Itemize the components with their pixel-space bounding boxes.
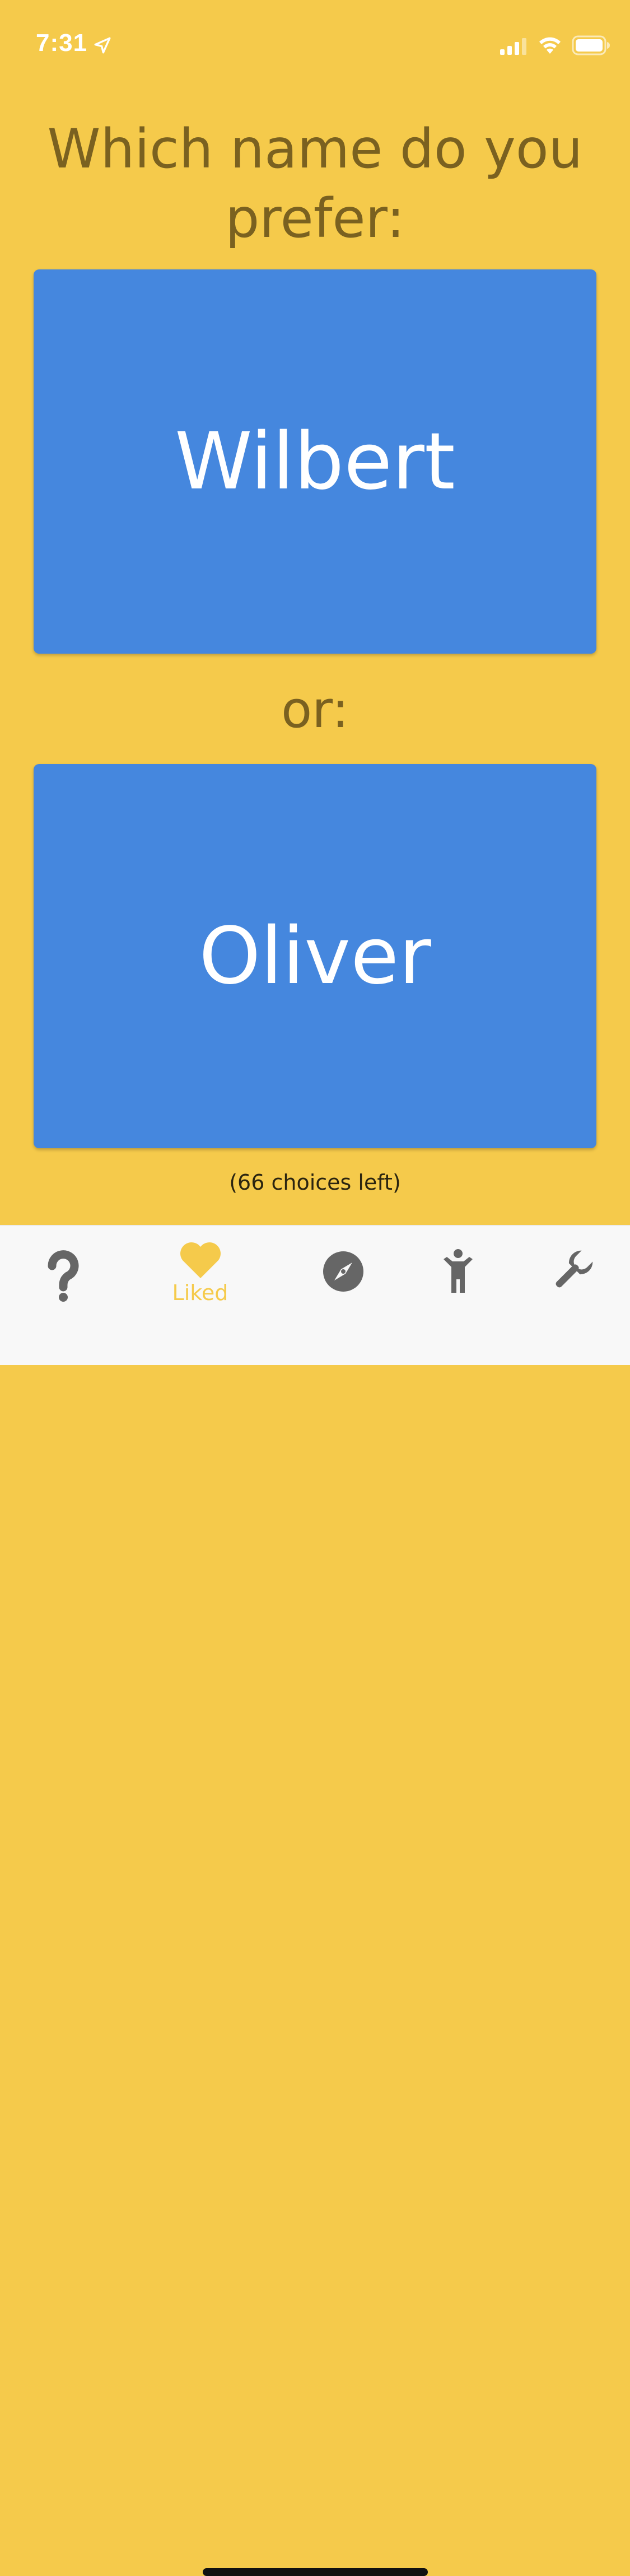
compass-icon	[323, 1251, 363, 1292]
status-bar: 7:31	[0, 0, 630, 74]
tab-explore[interactable]	[280, 1226, 406, 1315]
child-icon	[443, 1249, 473, 1293]
name-option-second[interactable]: Oliver	[34, 764, 596, 1148]
heart-icon	[180, 1242, 221, 1278]
tab-liked-label: Liked	[172, 1280, 228, 1305]
tab-settings[interactable]	[510, 1226, 630, 1315]
or-separator: or:	[281, 681, 349, 739]
wifi-icon	[539, 37, 561, 54]
tab-liked[interactable]: Liked	[137, 1226, 263, 1315]
tab-bar: Liked	[0, 1225, 630, 2576]
name-option-second-label: Oliver	[199, 910, 431, 1002]
wrench-icon	[556, 1250, 592, 1288]
prompt-heading: Which name do you prefer:	[47, 118, 583, 250]
cellular-signal-icon	[500, 38, 526, 55]
battery-icon	[572, 35, 610, 55]
status-time: 7:31	[36, 29, 88, 57]
question-mark-icon	[47, 1250, 78, 1302]
home-indicator[interactable]	[203, 2568, 428, 2576]
name-option-first[interactable]: Wilbert	[34, 269, 596, 654]
location-arrow-icon	[94, 37, 111, 54]
tab-help[interactable]	[0, 1226, 126, 1315]
name-option-first-label: Wilbert	[175, 416, 455, 507]
choices-left-counter: (66 choices left)	[229, 1170, 401, 1195]
tab-kids[interactable]	[395, 1226, 521, 1315]
